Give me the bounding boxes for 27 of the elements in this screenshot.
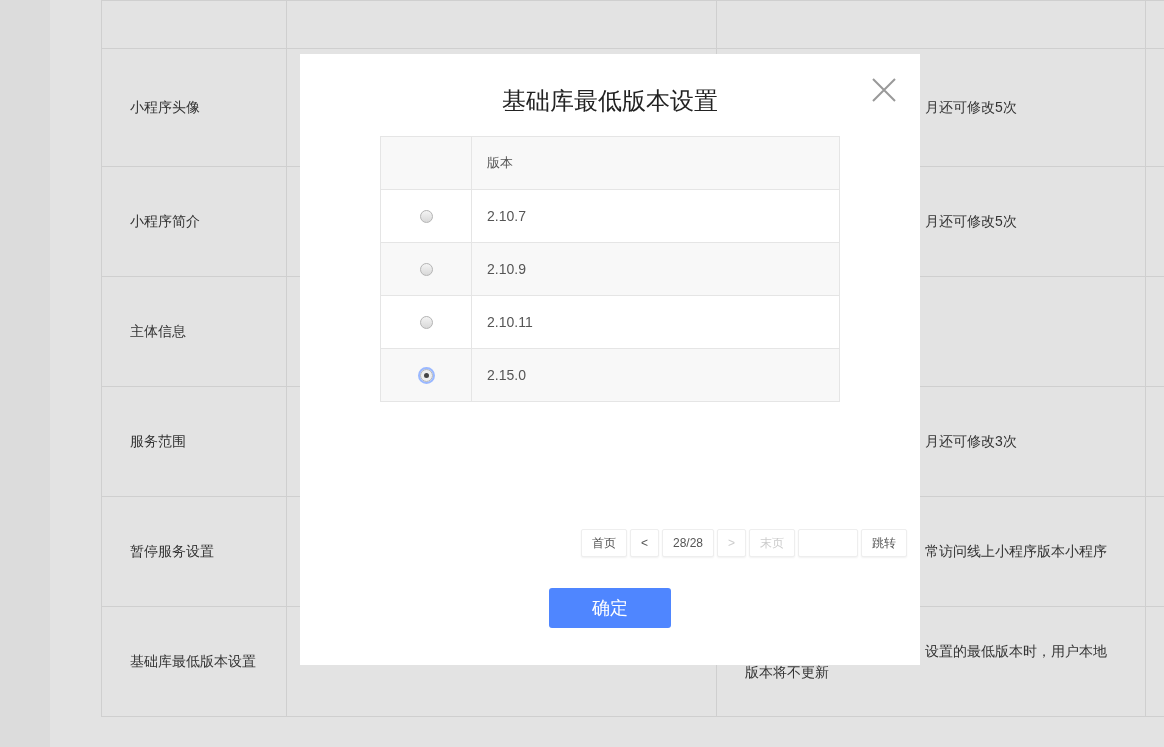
row-label: 小程序简介: [130, 213, 200, 229]
row-label: 暂停服务设置: [130, 543, 214, 559]
radio-button[interactable]: [419, 316, 433, 330]
column-header: 版本: [471, 136, 840, 190]
radio-button[interactable]: [419, 210, 433, 224]
version-text: 2.15.0: [487, 366, 526, 383]
version-text: 2.10.11: [487, 313, 533, 330]
row-note: 月还可修改5次: [925, 212, 1017, 231]
row-note: 版本将不更新: [745, 662, 830, 682]
row-note: 月还可修改3次: [925, 432, 1017, 451]
row-note: 月还可修改5次: [925, 98, 1017, 117]
row-label: 服务范围: [130, 433, 186, 449]
dialog-title: 基础库最低版本设置: [502, 86, 718, 116]
row-label: 小程序头像: [130, 99, 200, 115]
version-text: 2.10.7: [487, 207, 526, 224]
page-button[interactable]: 首页: [580, 529, 627, 557]
radio-button[interactable]: [419, 369, 433, 383]
row-label: 基础库最低版本设置: [130, 653, 256, 669]
version-text: 2.10.9: [487, 260, 526, 277]
page-button[interactable]: 跳转: [861, 529, 907, 557]
row-note: 设置的最低版本时，用户本地: [925, 641, 1107, 661]
row-label: 主体信息: [130, 323, 186, 339]
close-icon[interactable]: [872, 78, 896, 102]
radio-button[interactable]: [419, 263, 433, 277]
page-button[interactable]: 28/28: [661, 529, 714, 557]
page-button[interactable]: <: [629, 529, 659, 557]
row-note: 常访问线上小程序版本小程序: [925, 542, 1107, 561]
